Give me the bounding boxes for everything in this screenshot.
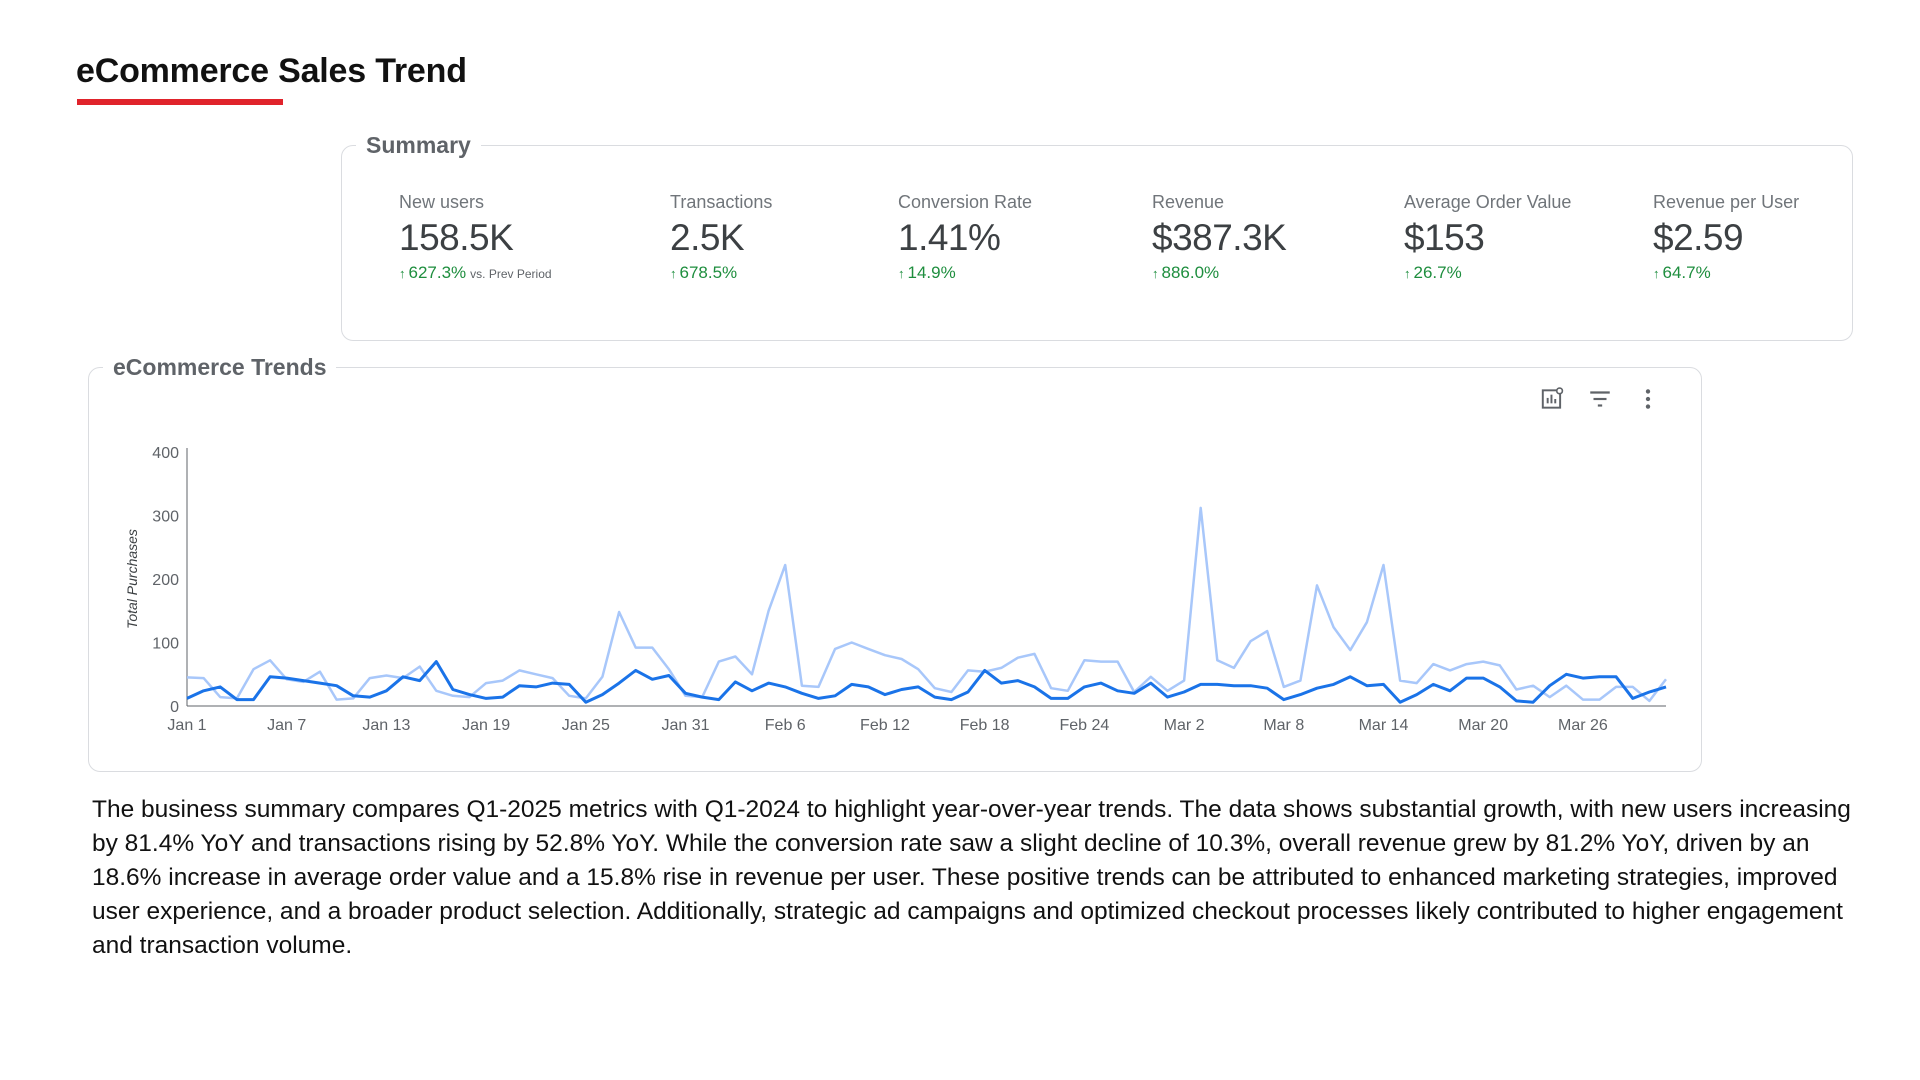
metric-label: New users: [399, 192, 485, 212]
x-tick-label: Jan 1: [167, 717, 206, 734]
x-tick-label: Feb 12: [860, 717, 910, 734]
x-tick-label: Jan 31: [662, 717, 710, 734]
metric-value: $2.59: [1653, 217, 1744, 258]
series-line-0: [186, 506, 1667, 703]
metric-average-order-value[interactable]: Average Order Value $153 ↑ 26.7%: [1404, 192, 1634, 283]
arrow-up-icon: ↑: [898, 266, 905, 281]
x-tick-label: Feb 24: [1059, 717, 1109, 734]
metric-new-users[interactable]: New users 158.5K ↑ 627.3% vs. Prev Period: [399, 192, 629, 283]
y-tick-label: 200: [152, 572, 179, 589]
summary-legend: Summary: [356, 132, 481, 159]
metric-value: 158.5K: [399, 217, 514, 258]
metric-change-value: 14.9%: [907, 263, 956, 282]
summary-card: Summary New users 158.5K ↑ 627.3% vs. Prev…: [341, 132, 1853, 341]
comparison-label: vs. Prev Period: [470, 267, 552, 281]
y-tick-label: 400: [152, 445, 179, 462]
y-axis-label: Total Purchases: [124, 529, 140, 629]
y-tick-label: 300: [152, 509, 179, 526]
metric-label: Revenue per User: [1653, 192, 1800, 212]
metric-revenue-per-user[interactable]: Revenue per User $2.59 ↑ 64.7%: [1653, 192, 1883, 283]
x-tick-label: Mar 8: [1263, 717, 1304, 734]
metric-value: $153: [1404, 217, 1485, 258]
x-tick-label: Jan 25: [562, 717, 610, 734]
metric-label: Conversion Rate: [898, 192, 1033, 212]
x-tick-label: Jan 7: [267, 717, 306, 734]
metric-change: ↑ 627.3% vs. Prev Period: [399, 263, 629, 283]
x-tick-label: Mar 26: [1558, 717, 1608, 734]
metric-label: Transactions: [670, 192, 773, 212]
metric-change: ↑ 64.7%: [1653, 263, 1883, 283]
x-tick-label: Feb 18: [960, 717, 1010, 734]
x-tick-label: Mar 14: [1359, 717, 1409, 734]
x-tick-label: Mar 20: [1458, 717, 1508, 734]
metric-change: ↑ 678.5%: [670, 263, 900, 283]
x-tick-label: Jan 19: [462, 717, 510, 734]
x-tick-label: Feb 6: [765, 717, 806, 734]
x-tick-label: Mar 2: [1164, 717, 1205, 734]
y-tick-label: 100: [152, 636, 179, 653]
arrow-up-icon: ↑: [670, 266, 677, 281]
metric-label: Average Order Value: [1404, 192, 1572, 212]
metric-value: 2.5K: [670, 217, 745, 258]
trends-card: eCommerce Trends 0 100 200 300 400 Jan 1 Jan 7…: [88, 354, 1702, 772]
metric-value: 1.41%: [898, 217, 1001, 258]
trend-chart: 0 100 200 300 400 Jan 1 Jan 7 Jan 13 Jan 19 Jan 2…: [124, 445, 1667, 734]
metric-change-value: 64.7%: [1662, 263, 1711, 282]
page-title: eCommerce Sales Trend: [76, 52, 467, 90]
metric-change-value: 627.3%: [408, 263, 467, 282]
metric-transactions[interactable]: Transactions 2.5K ↑ 678.5%: [670, 192, 900, 283]
metric-change-value: 26.7%: [1413, 263, 1462, 282]
metric-change: ↑ 14.9%: [898, 263, 1128, 283]
description-text: The business summary compares Q1-2025 me…: [92, 796, 1851, 959]
metric-change-value: 886.0%: [1161, 263, 1220, 282]
y-tick-label: 0: [170, 699, 179, 716]
arrow-up-icon: ↑: [1404, 266, 1411, 281]
metric-revenue[interactable]: Revenue $387.3K ↑ 886.0%: [1152, 192, 1382, 283]
metric-conversion-rate[interactable]: Conversion Rate 1.41% ↑ 14.9%: [898, 192, 1128, 283]
arrow-up-icon: ↑: [1152, 266, 1159, 281]
x-tick-label: Jan 13: [362, 717, 410, 734]
title-underline: [77, 99, 283, 105]
metric-change-value: 678.5%: [679, 263, 738, 282]
metric-value: $387.3K: [1152, 217, 1287, 258]
metric-change: ↑ 26.7%: [1404, 263, 1634, 283]
arrow-up-icon: ↑: [1653, 266, 1660, 281]
metric-label: Revenue: [1152, 192, 1225, 212]
arrow-up-icon: ↑: [399, 266, 406, 281]
metric-change: ↑ 886.0%: [1152, 263, 1382, 283]
